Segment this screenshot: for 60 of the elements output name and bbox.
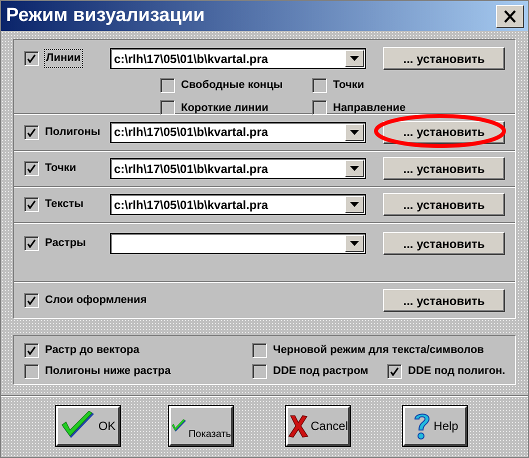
dialog-button[interactable]: OK (56, 406, 120, 446)
checkmark-icon (27, 239, 36, 248)
checkbox-label[interactable]: Черновой режим для текста/символов (273, 342, 484, 359)
checkbox-label[interactable]: Направление (333, 100, 406, 116)
path-dropdown[interactable]: c:\rlh\17\05\01\b\kvartal.pra (110, 122, 366, 142)
set-button[interactable]: ... установить (383, 193, 505, 216)
checkbox[interactable] (252, 364, 267, 379)
path-dropdown[interactable] (110, 233, 366, 254)
checkbox[interactable] (24, 161, 39, 176)
checkbox-label[interactable]: DDE под полигон. (408, 363, 506, 380)
path-dropdown[interactable]: c:\rlh\17\05\01\b\kvartal.pra (110, 158, 366, 179)
set-button[interactable]: ... установить (383, 47, 505, 70)
checkbox-label[interactable]: Растры (45, 235, 86, 252)
checkmark-icon (27, 200, 36, 209)
window-title: Режим визуализации (6, 4, 205, 28)
checkbox[interactable] (252, 343, 267, 358)
checkbox[interactable] (160, 78, 175, 93)
checkbox-label[interactable]: Точки (333, 77, 364, 94)
checkbox-label[interactable]: Свободные концы (181, 77, 283, 94)
path-dropdown[interactable]: c:\rlh\17\05\01\b\kvartal.pra (110, 194, 366, 215)
dropdown-value: c:\rlh\17\05\01\b\kvartal.pra (114, 124, 268, 141)
checkbox[interactable] (24, 293, 39, 308)
checkbox-label[interactable]: Линии (45, 50, 82, 67)
checkbox-label[interactable]: Короткие линии (181, 100, 268, 116)
checkmark-icon (27, 164, 36, 173)
set-button[interactable]: ... установить (383, 289, 505, 312)
checkbox[interactable] (24, 197, 39, 212)
dropdown-value: c:\rlh\17\05\01\b\kvartal.pra (114, 196, 268, 214)
checkbox-label[interactable]: Слои оформления (45, 292, 147, 309)
dropdown-value: c:\rlh\17\05\01\b\kvartal.pra (114, 50, 268, 68)
checkbox[interactable] (24, 124, 39, 140)
checkbox[interactable] (24, 364, 39, 379)
checkmark-icon (390, 367, 399, 376)
checkbox[interactable] (312, 100, 327, 116)
dialog-button[interactable]: Cancel (286, 406, 350, 446)
dialog-button[interactable]: Показать (169, 406, 233, 446)
checkmark-icon (27, 296, 36, 305)
set-button[interactable]: ... установить (383, 232, 505, 255)
dialog-button[interactable]: Help (403, 406, 467, 446)
checkbox[interactable] (24, 343, 39, 358)
close-icon (503, 10, 517, 22)
checkbox-label[interactable]: Точки (45, 160, 76, 177)
checkbox-label[interactable]: DDE под растром (273, 363, 368, 380)
checkmark-icon (27, 346, 36, 355)
checkbox-label[interactable]: Растр до вектора (45, 342, 140, 359)
checkbox[interactable] (24, 51, 39, 66)
set-button[interactable]: ... установить (383, 157, 505, 180)
checkmark-icon (27, 128, 36, 136)
close-button[interactable] (496, 4, 524, 28)
checkbox-label[interactable]: Полигоны ниже растра (45, 363, 171, 380)
question-mark-icon (412, 411, 432, 441)
checkbox[interactable] (160, 100, 175, 116)
checkbox[interactable] (312, 78, 327, 93)
checkbox-label[interactable]: Тексты (45, 196, 84, 213)
checkbox[interactable] (387, 364, 402, 379)
path-dropdown[interactable]: c:\rlh\17\05\01\b\kvartal.pra (110, 48, 366, 69)
checkbox[interactable] (24, 236, 39, 251)
dropdown-value: c:\rlh\17\05\01\b\kvartal.pra (114, 160, 268, 178)
checkmark-icon (27, 54, 36, 63)
checkbox-label[interactable]: Полигоны (45, 124, 100, 140)
